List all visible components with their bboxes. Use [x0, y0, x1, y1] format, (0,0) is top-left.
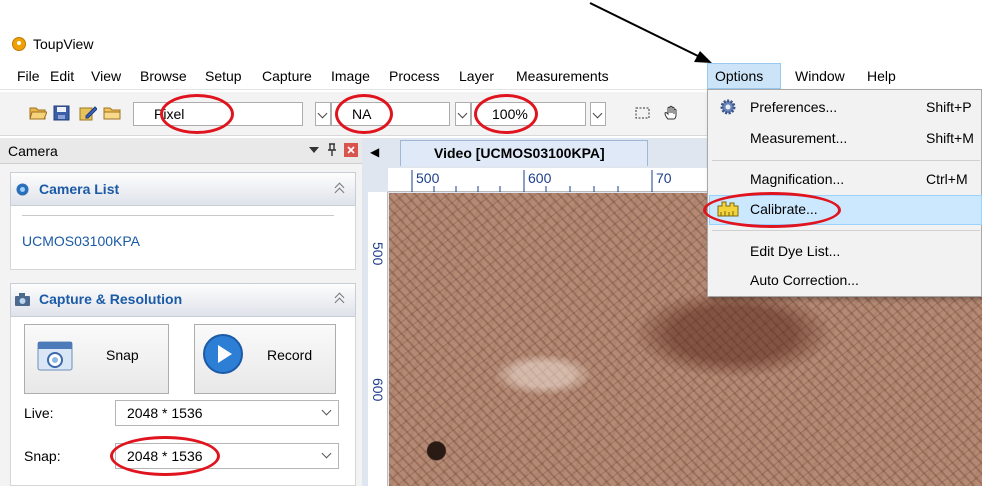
record-button-label: Record: [267, 347, 313, 363]
record-play-icon: [203, 334, 243, 374]
menu-separator: [712, 160, 980, 161]
live-resolution-label: Live:: [24, 405, 54, 421]
hand-pan-icon[interactable]: [663, 105, 681, 121]
unit-combo-dropdown[interactable]: [315, 102, 331, 126]
menu-item-measurement[interactable]: Measurement...: [750, 130, 847, 146]
menu-browse[interactable]: Browse: [140, 68, 187, 84]
gear-icon: [720, 99, 736, 115]
calibrate-ruler-icon: [717, 201, 739, 217]
close-panel-icon[interactable]: [344, 143, 358, 157]
divider: [22, 215, 334, 216]
menu-file[interactable]: File: [17, 68, 40, 84]
folder-icon[interactable]: [103, 105, 121, 121]
menu-help[interactable]: Help: [867, 68, 896, 84]
menu-item-auto-correction[interactable]: Auto Correction...: [750, 272, 859, 288]
zoom-combo-value: 100%: [492, 106, 528, 122]
menu-edit[interactable]: Edit: [50, 68, 74, 84]
menu-item-calibrate[interactable]: Calibrate...: [750, 201, 818, 217]
menu-separator: [712, 230, 980, 231]
save-icon[interactable]: [53, 105, 71, 121]
menu-measurements[interactable]: Measurements: [516, 68, 609, 84]
snap-resolution-value: 2048 * 1536: [127, 448, 203, 464]
shortcut-measurement: Shift+M: [926, 130, 974, 146]
chevron-down-icon: [321, 405, 332, 416]
menu-item-edit-dye-list[interactable]: Edit Dye List...: [750, 243, 840, 259]
tab-scroll-left-icon[interactable]: ◀: [370, 145, 379, 159]
magnification-combo[interactable]: NA: [331, 102, 450, 126]
options-dropdown-menu: [707, 89, 982, 297]
ruler-left-label: 500: [370, 242, 386, 266]
live-resolution-value: 2048 * 1536: [127, 405, 203, 421]
magnification-combo-value: NA: [352, 106, 372, 122]
shortcut-preferences: Shift+P: [926, 99, 972, 115]
menu-item-preferences[interactable]: Preferences...: [750, 99, 837, 115]
live-resolution-select[interactable]: 2048 * 1536: [115, 400, 339, 426]
snap-camera-icon: [37, 341, 73, 371]
ruler-top-label: 600: [528, 170, 552, 186]
title-bar: [0, 30, 982, 58]
unit-combo[interactable]: Pixel: [133, 102, 303, 126]
menu-window[interactable]: Window: [795, 68, 845, 84]
window-title: ToupView: [33, 36, 94, 52]
open-folder-icon[interactable]: [29, 105, 47, 121]
ruler-left-label: 600: [370, 378, 386, 402]
edit-icon[interactable]: [79, 105, 97, 121]
vertical-ruler: [368, 192, 388, 486]
camera-list-title: Camera List: [39, 181, 120, 197]
chevron-down-icon: [321, 448, 332, 459]
snap-resolution-label: Snap:: [24, 448, 61, 464]
menu-image[interactable]: Image: [331, 68, 370, 84]
menu-item-magnification[interactable]: Magnification...: [750, 171, 844, 187]
menu-capture[interactable]: Capture: [262, 68, 312, 84]
menu-view[interactable]: View: [91, 68, 121, 84]
document-tab-title: Video [UCMOS03100KPA]: [434, 145, 605, 161]
camera-icon: [15, 293, 30, 306]
snap-resolution-select[interactable]: 2048 * 1536: [115, 443, 339, 469]
zoom-combo-dropdown[interactable]: [590, 102, 606, 126]
camera-panel-title: Camera: [8, 143, 58, 159]
camera-list-item[interactable]: UCMOS03100KPA: [22, 233, 140, 249]
ruler-top-label: 500: [416, 170, 440, 186]
menu-layer[interactable]: Layer: [459, 68, 494, 84]
unit-combo-value: Pixel: [154, 106, 185, 122]
magnification-combo-dropdown[interactable]: [455, 102, 471, 126]
ruler-top-label: 70: [656, 170, 672, 186]
panel-menu-arrow-icon[interactable]: [308, 145, 320, 155]
pin-icon[interactable]: [326, 143, 338, 157]
zoom-combo[interactable]: 100%: [471, 102, 586, 126]
menu-options[interactable]: Options: [715, 68, 763, 84]
toupview-logo-icon: [12, 37, 26, 51]
rect-select-icon[interactable]: [634, 105, 652, 121]
capture-resolution-title: Capture & Resolution: [39, 291, 183, 307]
snap-button-label: Snap: [106, 347, 139, 363]
camera-list-icon: [16, 183, 29, 196]
shortcut-magnification: Ctrl+M: [926, 171, 968, 187]
menu-process[interactable]: Process: [389, 68, 440, 84]
menu-setup[interactable]: Setup: [205, 68, 242, 84]
